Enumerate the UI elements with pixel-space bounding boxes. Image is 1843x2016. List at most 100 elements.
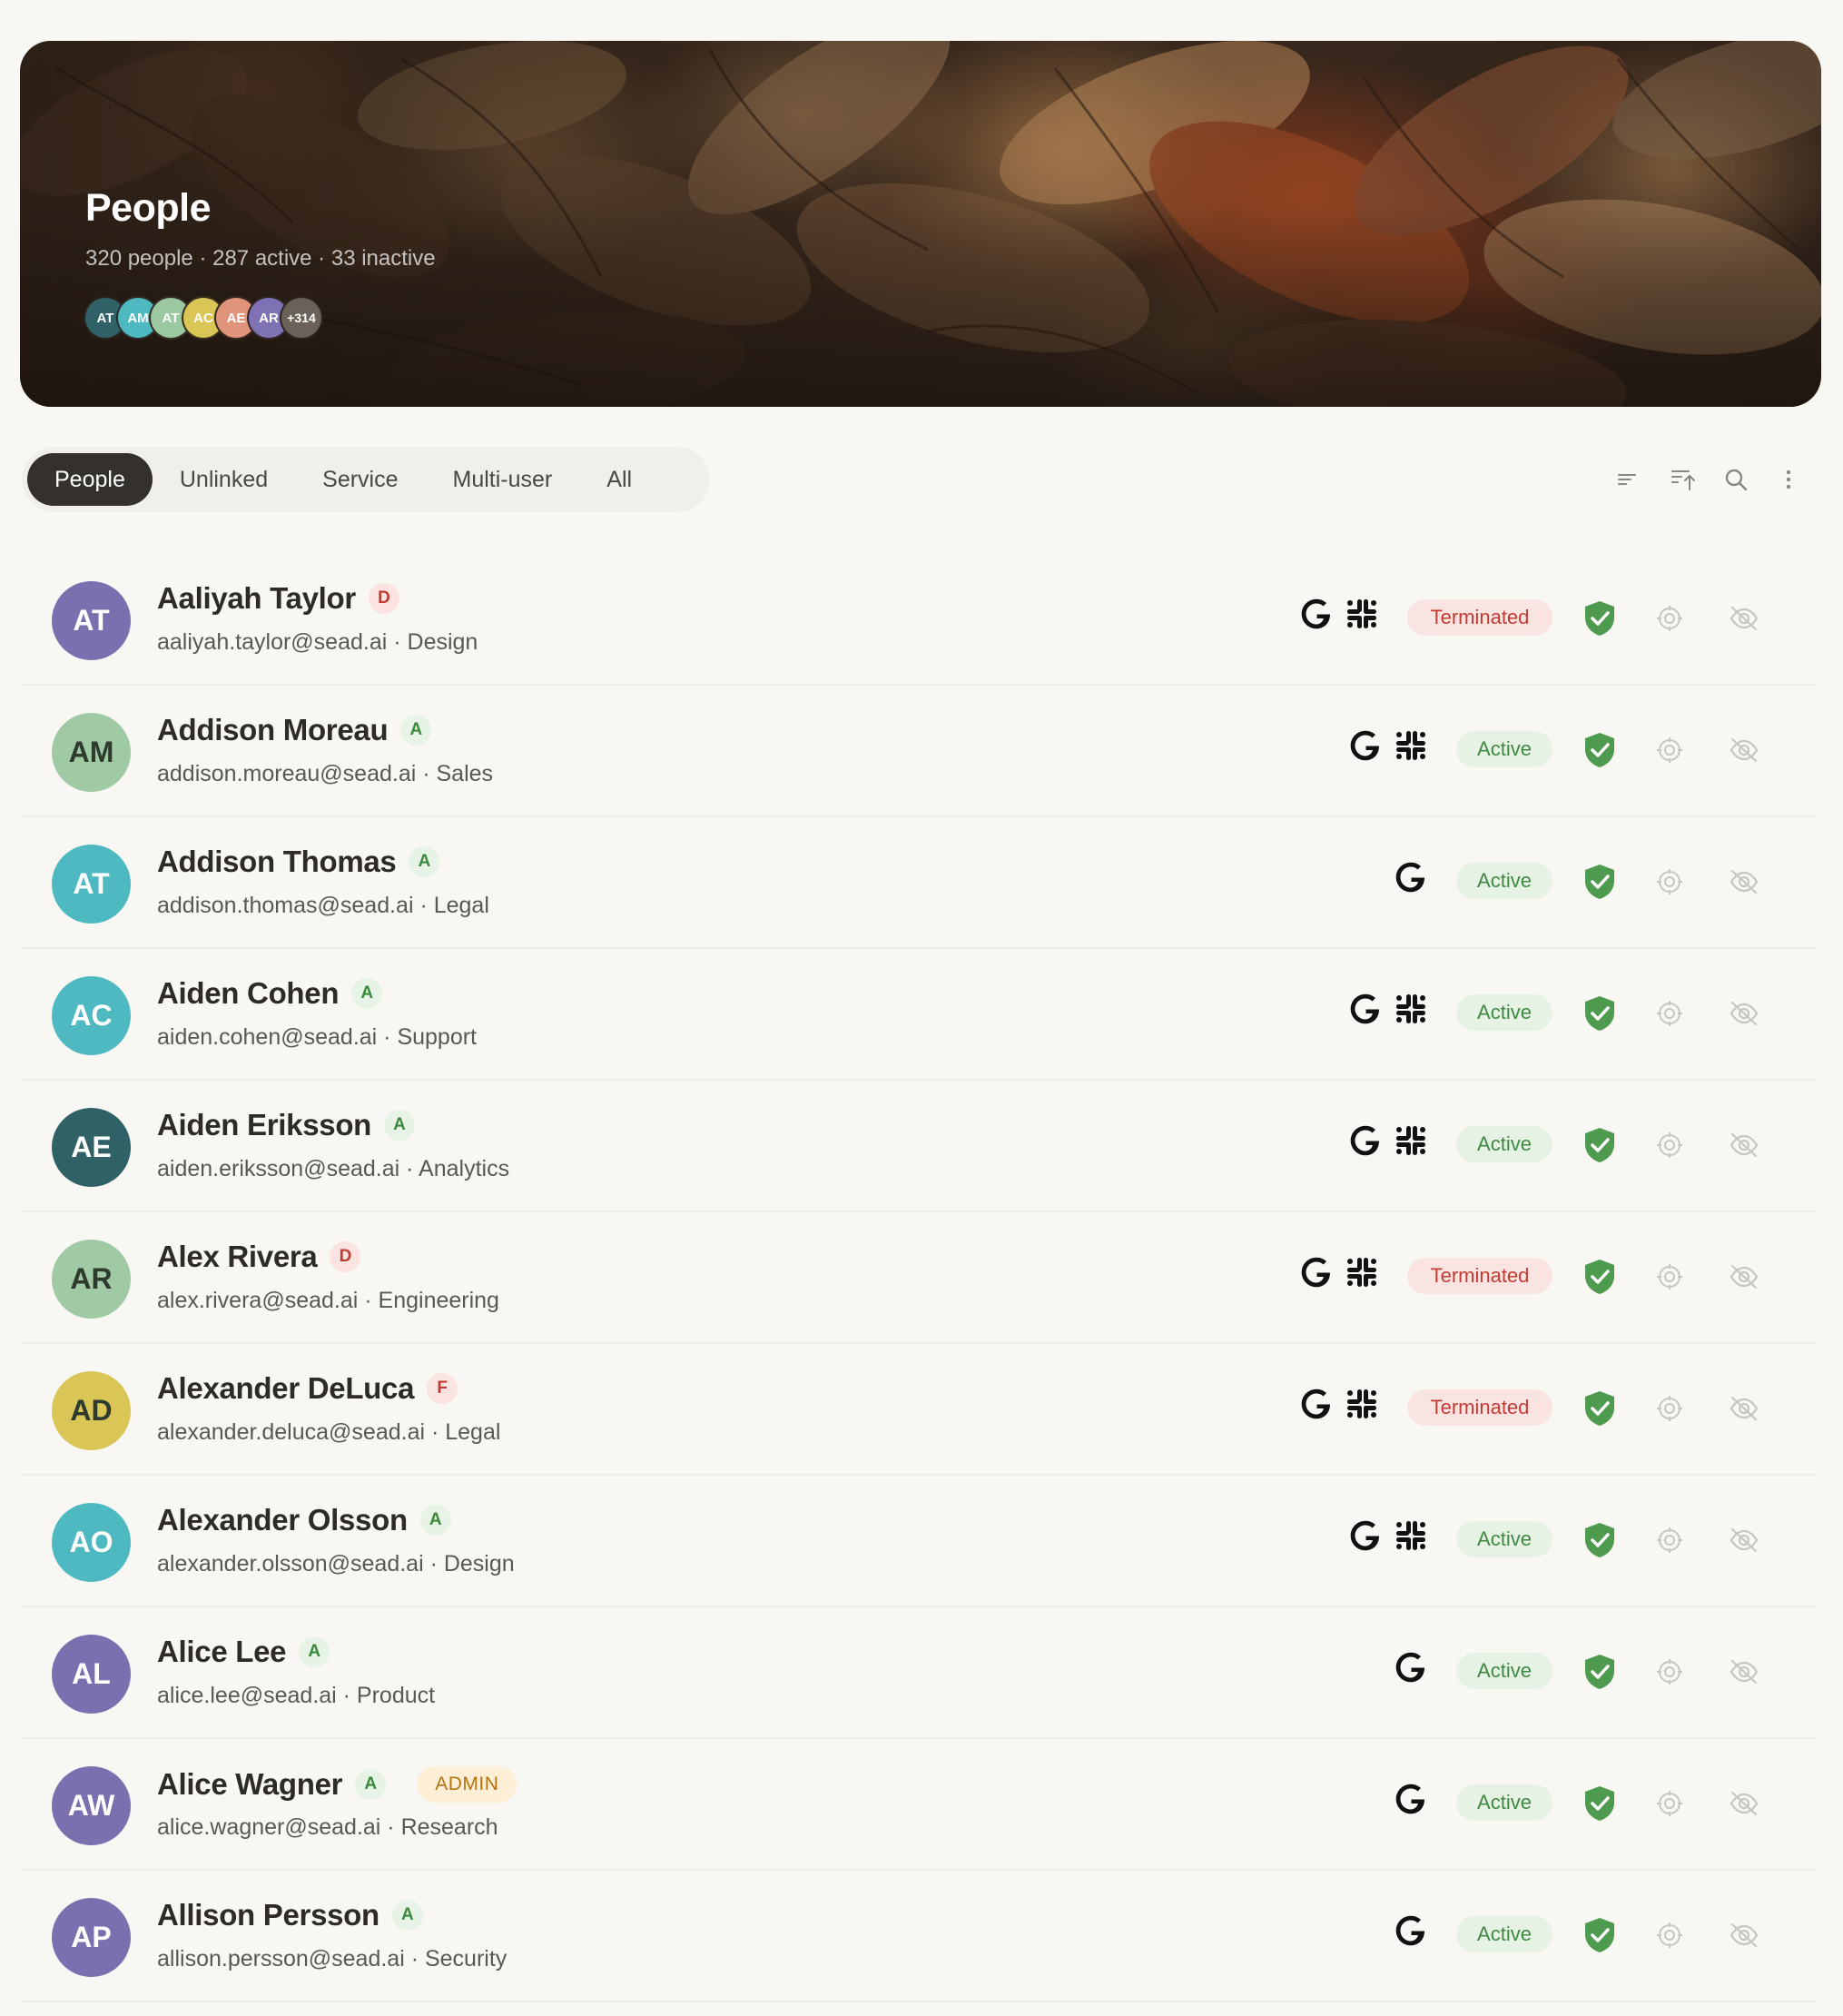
- avatar: AT: [52, 581, 131, 660]
- linked-apps: [1347, 727, 1429, 767]
- more-vertical-icon[interactable]: [1770, 461, 1807, 498]
- linked-apps: [1393, 859, 1429, 899]
- email-department: alex.rivera@sead.ai · Engineering: [157, 1288, 499, 1313]
- person-name[interactable]: Alice Wagner: [157, 1767, 343, 1802]
- google-icon: [1393, 1649, 1429, 1690]
- hero-overlay: [20, 41, 1821, 407]
- google-icon: [1347, 727, 1384, 768]
- eye-off-icon[interactable]: [1729, 604, 1759, 633]
- tab-multi-user[interactable]: Multi-user: [426, 453, 580, 506]
- tab-service[interactable]: Service: [295, 453, 425, 506]
- eye-off-icon[interactable]: [1729, 1526, 1759, 1555]
- person-row[interactable]: AL Alice Lee Aalice.lee@sead.ai · Product A…: [22, 1607, 1816, 1739]
- status-badge: Active: [1456, 731, 1552, 767]
- crosshair-icon[interactable]: [1656, 1790, 1683, 1817]
- google-icon: [1393, 1912, 1429, 1953]
- crosshair-icon[interactable]: [1656, 605, 1683, 632]
- email-department: aaliyah.taylor@sead.ai · Design: [157, 629, 478, 655]
- person-row[interactable]: AE Aiden Eriksson Aaiden.eriksson@sead.ai …: [22, 1081, 1816, 1212]
- shield-check-icon: [1582, 1258, 1618, 1296]
- avatar: AT: [52, 845, 131, 924]
- status-code-badge: A: [409, 846, 440, 877]
- status-code-badge: F: [427, 1373, 458, 1404]
- person-name[interactable]: Alexander DeLuca: [157, 1371, 414, 1406]
- eye-off-icon[interactable]: [1729, 1789, 1759, 1818]
- person-row[interactable]: AT Addison Thomas Aaddison.thomas@sead.ai …: [22, 817, 1816, 949]
- linked-apps: [1393, 1649, 1429, 1689]
- crosshair-icon[interactable]: [1656, 1263, 1683, 1290]
- person-row[interactable]: AM Addison Moreau Aaddison.moreau@sead.ai …: [22, 686, 1816, 817]
- linked-apps: [1298, 1386, 1380, 1426]
- shield-check-icon: [1582, 994, 1618, 1033]
- google-icon: [1347, 991, 1384, 1032]
- eye-off-icon[interactable]: [1729, 999, 1759, 1028]
- email-department: aiden.eriksson@sead.ai · Analytics: [157, 1156, 510, 1181]
- shield-check-icon: [1582, 863, 1618, 901]
- person-row[interactable]: AO Alexander Olsson Aalexander.olsson@sead…: [22, 1476, 1816, 1607]
- avatar: AR: [52, 1240, 131, 1319]
- eye-off-icon[interactable]: [1729, 1657, 1759, 1686]
- email-department: addison.moreau@sead.ai · Sales: [157, 761, 494, 786]
- status-code-badge: A: [391, 1900, 423, 1931]
- stack-overflow-count[interactable]: +314: [280, 296, 323, 340]
- crosshair-icon[interactable]: [1656, 736, 1683, 764]
- person-row[interactable]: AC Aiden Cohen Aaiden.cohen@sead.ai · Supp…: [22, 949, 1816, 1081]
- eye-off-icon[interactable]: [1729, 1921, 1759, 1950]
- person-name[interactable]: Alex Rivera: [157, 1240, 318, 1274]
- person-name[interactable]: Addison Moreau: [157, 713, 389, 747]
- name-line: Allison Persson A: [157, 1898, 423, 1932]
- people-summary: 320 people · 287 active · 33 inactive: [85, 246, 436, 271]
- status-code-badge: A: [351, 978, 383, 1009]
- sort-icon[interactable]: [1665, 461, 1701, 498]
- eye-off-icon[interactable]: [1729, 736, 1759, 765]
- google-icon: [1347, 1517, 1384, 1558]
- avatar: AM: [52, 713, 131, 792]
- person-row[interactable]: AD Alexander DeLuca Falexander.deluca@sead…: [22, 1344, 1816, 1476]
- linked-apps: [1298, 1254, 1380, 1294]
- person-name[interactable]: Alexander Olsson: [157, 1503, 408, 1537]
- slack-icon: [1393, 1122, 1429, 1163]
- status-code-badge: A: [400, 715, 432, 746]
- tab-people[interactable]: People: [27, 453, 153, 506]
- name-line: Aiden Eriksson A: [157, 1108, 416, 1142]
- crosshair-icon[interactable]: [1656, 1395, 1683, 1422]
- name-line: Aaliyah Taylor D: [157, 581, 399, 616]
- status-badge: Terminated: [1407, 1389, 1552, 1426]
- person-name[interactable]: Allison Persson: [157, 1898, 379, 1932]
- person-name[interactable]: Aiden Cohen: [157, 976, 340, 1011]
- crosshair-icon[interactable]: [1656, 1000, 1683, 1027]
- eye-off-icon[interactable]: [1729, 1131, 1759, 1160]
- person-name[interactable]: Addison Thomas: [157, 845, 397, 879]
- person-row[interactable]: AW Alice Wagner A ADMIN alice.wagner@sead.ai…: [22, 1739, 1816, 1871]
- person-name[interactable]: Aaliyah Taylor: [157, 581, 356, 616]
- crosshair-icon[interactable]: [1656, 1527, 1683, 1554]
- eye-off-icon[interactable]: [1729, 1262, 1759, 1291]
- person-row[interactable]: AP Allison Persson Aallison.persson@sead.a…: [22, 1871, 1816, 2002]
- crosshair-icon[interactable]: [1656, 868, 1683, 895]
- filter-icon[interactable]: [1609, 461, 1645, 498]
- linked-apps: [1298, 596, 1380, 636]
- status-code-badge: A: [419, 1505, 451, 1536]
- person-row[interactable]: AT Aaliyah Taylor D aaliyah.taylor@sead.ai …: [22, 554, 1816, 686]
- tab-all[interactable]: All: [579, 453, 659, 506]
- avatar: AC: [52, 976, 131, 1055]
- search-icon[interactable]: [1718, 461, 1754, 498]
- google-icon: [1298, 1386, 1335, 1427]
- person-name[interactable]: Aiden Eriksson: [157, 1108, 371, 1142]
- crosshair-icon[interactable]: [1656, 1922, 1683, 1949]
- eye-off-icon[interactable]: [1729, 1394, 1759, 1423]
- people-list: AT Aaliyah Taylor D aaliyah.taylor@sead.ai …: [22, 554, 1816, 2002]
- person-row[interactable]: AR Alex Rivera Dalex.rivera@sead.ai · Engi…: [22, 1212, 1816, 1344]
- slack-icon: [1344, 1254, 1380, 1295]
- avatar: AL: [52, 1635, 131, 1714]
- tab-unlinked[interactable]: Unlinked: [153, 453, 295, 506]
- avatar: AO: [52, 1503, 131, 1582]
- name-line: Alice Lee A: [157, 1635, 330, 1669]
- email-department: aiden.cohen@sead.ai · Support: [157, 1024, 478, 1050]
- linked-apps: [1347, 991, 1429, 1031]
- eye-off-icon[interactable]: [1729, 867, 1759, 896]
- person-name[interactable]: Alice Lee: [157, 1635, 287, 1669]
- crosshair-icon[interactable]: [1656, 1658, 1683, 1685]
- shield-check-icon: [1582, 731, 1618, 769]
- crosshair-icon[interactable]: [1656, 1132, 1683, 1159]
